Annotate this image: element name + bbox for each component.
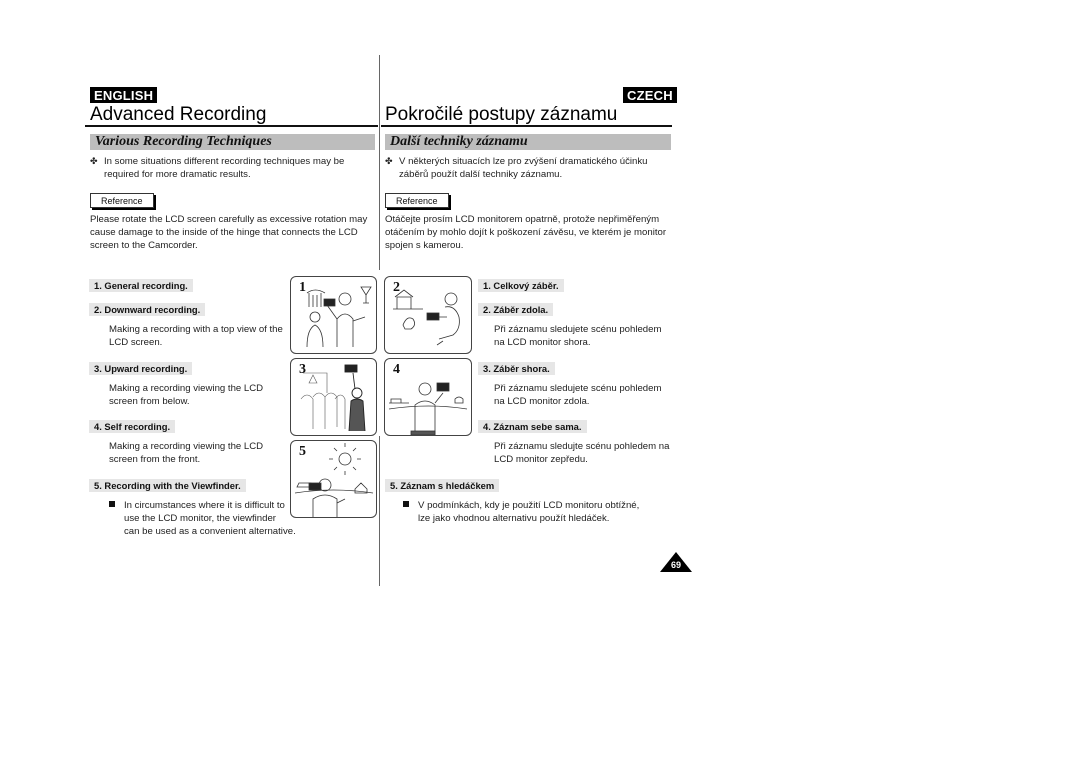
item-body-downward-recording: Making a recording with a top view of th… (109, 323, 283, 349)
item-heading-zaznam-s-hledackem: 5. Záznam s hledáčkem (385, 479, 500, 492)
reference-text-english: Please rotate the LCD screen carefully a… (90, 213, 375, 252)
panel-number: 2 (393, 280, 400, 295)
square-bullet-icon (403, 501, 409, 507)
item-heading-viewfinder: 5. Recording with the Viewfinder. (89, 479, 246, 492)
language-tag-english: ENGLISH (90, 87, 158, 103)
cross-bullet-icon: ✤ (385, 156, 393, 166)
illustration-panel-1: 1 (290, 276, 377, 354)
panel-number: 3 (299, 362, 306, 377)
reference-line: spojen s kamerou. (385, 240, 464, 251)
page-title-english: Advanced Recording (90, 104, 267, 125)
item-heading-zaber-zdola: 2. Záběr zdola. (478, 303, 554, 316)
item-body-line: In circumstances where it is difficult t… (124, 500, 285, 511)
reference-line: otáčením by mohlo dojít k poškození závě… (385, 227, 667, 238)
reference-label-czech: Reference (385, 193, 449, 208)
intro-line: In some situations different recording t… (104, 156, 345, 167)
item-body-line: lze jako vhodnou alternativu použít hled… (418, 513, 610, 524)
item-body-line: na LCD monitor zdola. (494, 396, 590, 407)
page-title-czech: Pokročilé postupy záznamu (385, 104, 618, 125)
intro-line: V některých situacích lze pro zvýšení dr… (399, 156, 648, 167)
illustration-panel-4: 4 (384, 358, 472, 436)
column-divider-lower (379, 436, 380, 586)
intro-line: záběrů použít další techniky záznamu. (399, 169, 563, 180)
page-number: 69 (670, 560, 681, 570)
item-heading-self-recording: 4. Self recording. (89, 420, 176, 433)
section-bar-czech: Další techniky záznamu (385, 134, 671, 150)
item-body-viewfinder: In circumstances where it is difficult t… (109, 499, 296, 538)
item-heading-zaznam-sebe-sama: 4. Záznam sebe sama. (478, 420, 587, 433)
page-number-badge: 69 (660, 552, 692, 572)
title-rule-left (85, 125, 378, 127)
item-heading-general-recording: 1. General recording. (89, 279, 193, 292)
reference-line: Please rotate the LCD screen carefully a… (90, 214, 368, 225)
title-rule-right (381, 125, 672, 127)
item-body-zaznam-sebe-sama: Při záznamu sledujte scénu pohledem na L… (494, 440, 669, 466)
item-body-line: Making a recording viewing the LCD (109, 441, 264, 452)
item-body-zaber-shora: Při záznamu sledujete scénu pohledem na … (494, 382, 661, 408)
reference-text-czech: Otáčejte prosím LCD monitorem opatrně, p… (385, 213, 675, 252)
item-body-line: use the LCD monitor, the viewfinder (124, 513, 276, 524)
illustration-panel-5: 5 (290, 440, 377, 518)
reference-label-english: Reference (90, 193, 154, 208)
cross-bullet-icon: ✤ (90, 156, 98, 166)
panel-number: 4 (393, 362, 400, 377)
item-body-line: screen from below. (109, 396, 190, 407)
reference-line: Otáčejte prosím LCD monitorem opatrně, p… (385, 214, 660, 225)
item-body-zaber-zdola: Při záznamu sledujete scénu pohledem na … (494, 323, 661, 349)
item-body-line: Making a recording with a top view of th… (109, 324, 283, 335)
item-body-line: Making a recording viewing the LCD (109, 383, 264, 394)
item-body-zaznam-s-hledackem: V podmínkách, kdy je použití LCD monitor… (403, 499, 639, 525)
item-heading-upward-recording: 3. Upward recording. (89, 362, 193, 375)
item-heading-zaber-shora: 3. Záběr shora. (478, 362, 555, 375)
language-tag-czech: CZECH (623, 87, 677, 103)
item-body-line: Při záznamu sledujete scénu pohledem (494, 324, 662, 335)
item-body-self-recording: Making a recording viewing the LCD scree… (109, 440, 263, 466)
reference-line: cause damage to the inside of the hinge … (90, 227, 358, 238)
intro-english: ✤ In some situations different recording… (90, 155, 375, 181)
panel-number: 5 (299, 444, 306, 459)
item-body-line: can be used as a convenient alternative. (124, 526, 296, 537)
section-title-czech: Další techniky záznamu (390, 134, 528, 149)
item-body-line: LCD screen. (109, 337, 163, 348)
item-body-line: LCD monitor zepředu. (494, 454, 588, 465)
item-body-line: Při záznamu sledujte scénu pohledem na (494, 441, 670, 452)
reference-line: screen to the Camcorder. (90, 240, 198, 251)
intro-czech: ✤ V některých situacích lze pro zvýšení … (385, 155, 675, 181)
panel-number: 1 (299, 280, 306, 295)
column-divider (379, 55, 380, 270)
item-body-line: V podmínkách, kdy je použití LCD monitor… (418, 500, 640, 511)
section-bar-english: Various Recording Techniques (90, 134, 375, 150)
intro-line: required for more dramatic results. (104, 169, 251, 180)
item-body-upward-recording: Making a recording viewing the LCD scree… (109, 382, 263, 408)
item-body-line: screen from the front. (109, 454, 201, 465)
illustration-panel-3: 3 (290, 358, 377, 436)
illustration-panel-2: 2 (384, 276, 472, 354)
item-body-line: na LCD monitor shora. (494, 337, 591, 348)
item-heading-celkovy-zaber: 1. Celkový záběr. (478, 279, 564, 292)
item-body-line: Při záznamu sledujete scénu pohledem (494, 383, 662, 394)
item-heading-downward-recording: 2. Downward recording. (89, 303, 206, 316)
section-title-english: Various Recording Techniques (95, 134, 272, 149)
square-bullet-icon (109, 501, 115, 507)
